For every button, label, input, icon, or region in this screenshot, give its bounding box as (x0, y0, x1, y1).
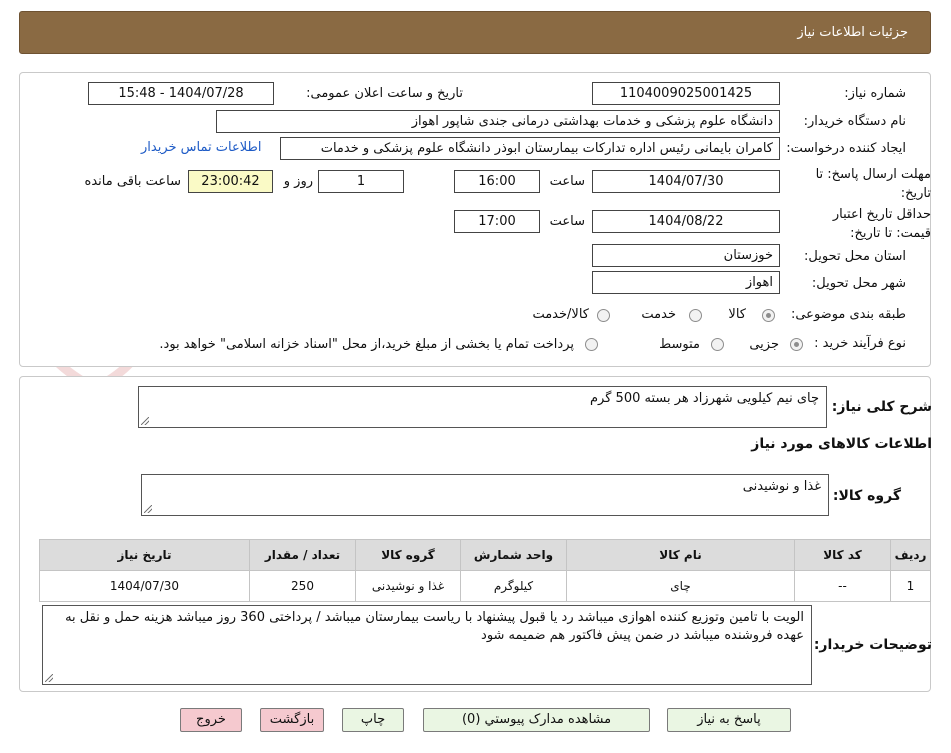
remaining-days-field: 1 (318, 170, 404, 193)
process-type-label: نوع فرآیند خرید : (814, 336, 906, 351)
need-summary-label: شرح کلی نیاز: (831, 399, 932, 415)
remaining-days-label: روز و (283, 174, 313, 189)
resize-grip-icon (144, 505, 152, 513)
buyer-contact-link[interactable]: اطلاعات تماس خریدار (141, 140, 261, 155)
reply-deadline-label: مهلت ارسال پاسخ: تا تاریخ: (815, 167, 931, 201)
cell-goods-group: غذا و نوشیدنی (355, 570, 461, 602)
request-creator-label: ایجاد کننده درخواست: (786, 141, 906, 156)
cell-goods-name: چای (566, 570, 795, 602)
reply-deadline-time-label: ساعت (549, 174, 585, 189)
category-goods-label: کالا (728, 307, 746, 322)
process-medium-radio[interactable] (711, 338, 724, 351)
buyer-org-label: نام دستگاه خریدار: (803, 114, 906, 129)
col-quantity: تعداد / مقدار (249, 539, 356, 571)
col-row-number: ردیف (890, 539, 931, 571)
need-summary-field: چای نیم کیلویی شهرزاد هر بسته 500 گرم (138, 386, 827, 428)
remaining-time-field: 23:00:42 (188, 170, 273, 193)
price-validity-time-label: ساعت (549, 214, 585, 229)
remaining-time-label: ساعت باقی مانده (84, 174, 181, 189)
goods-info-title: اطلاعات کالاهای مورد نیاز (751, 436, 932, 452)
reply-deadline-date: 1404/07/30 (592, 170, 780, 193)
col-goods-group: گروه کالا (355, 539, 461, 571)
buyer-org-field: دانشگاه علوم پزشکی و خدمات بهداشتی درمان… (216, 110, 780, 133)
goods-table-header: ردیف کد کالا نام کالا واحد شمارش گروه کا… (39, 539, 931, 571)
price-validity-time: 17:00 (454, 210, 540, 233)
delivery-province-field: خوزستان (592, 244, 780, 267)
price-validity-date: 1404/08/22 (592, 210, 780, 233)
process-medium-label: متوسط (659, 337, 700, 352)
goods-group-field: غذا و نوشیدنی (141, 474, 829, 516)
category-goods-service-radio[interactable] (597, 309, 610, 322)
delivery-city-field: اهواز (592, 271, 780, 294)
cell-row-number: 1 (890, 570, 931, 602)
delivery-city-label: شهر محل تحویل: (811, 276, 906, 291)
buyer-notes-field: الویت با تامین وتوزیع کننده اهوازی میباش… (42, 605, 812, 685)
col-goods-code: کد کالا (794, 539, 891, 571)
payment-treasury-radio[interactable] (585, 338, 598, 351)
buyer-notes-text: الویت با تامین وتوزیع کننده اهوازی میباش… (65, 610, 804, 643)
view-attachments-button[interactable]: مشاهده مدارک پیوستي (0) (423, 708, 650, 732)
cell-quantity: 250 (249, 570, 356, 602)
announce-datetime-field: 1404/07/28 - 15:48 (88, 82, 274, 105)
print-button[interactable]: چاپ (342, 708, 404, 732)
resize-grip-icon (141, 417, 149, 425)
request-creator-field: کامران بایمانی رئیس اداره تدارکات بیمارس… (280, 137, 780, 160)
reply-deadline-time: 16:00 (454, 170, 540, 193)
delivery-province-label: استان محل تحویل: (804, 249, 906, 264)
resize-grip-icon (45, 674, 53, 682)
category-service-radio[interactable] (689, 309, 702, 322)
goods-table: ردیف کد کالا نام کالا واحد شمارش گروه کا… (39, 539, 931, 602)
category-service-label: خدمت (641, 307, 676, 322)
process-minor-label: جزیی (749, 337, 779, 352)
cell-goods-code: -- (794, 570, 891, 602)
col-goods-name: نام کالا (566, 539, 795, 571)
category-label: طبقه بندی موضوعی: (790, 307, 906, 322)
table-row: 1 -- چای کیلوگرم غذا و نوشیدنی 250 1404/… (39, 570, 931, 602)
need-number-label: شماره نیاز: (844, 86, 906, 101)
price-validity-label: حداقل تاریخ اعتبار قیمت: تا تاریخ: (832, 207, 931, 241)
page-header: جزئیات اطلاعات نیاز (19, 11, 931, 54)
category-goods-service-label: کالا/خدمت (532, 307, 589, 322)
cell-need-date: 1404/07/30 (39, 570, 250, 602)
category-goods-radio[interactable] (762, 309, 775, 322)
page-title: جزئیات اطلاعات نیاز (797, 25, 908, 40)
buyer-notes-label: توضیحات خریدار: (813, 637, 932, 653)
col-need-date: تاریخ نیاز (39, 539, 250, 571)
process-minor-radio[interactable] (790, 338, 803, 351)
need-number-field: 1104009025001425 (592, 82, 780, 105)
need-summary-text: چای نیم کیلویی شهرزاد هر بسته 500 گرم (590, 391, 819, 406)
payment-treasury-note: پرداخت تمام یا بخشی از مبلغ خرید،از محل … (159, 337, 574, 352)
cell-unit: کیلوگرم (460, 570, 567, 602)
announce-datetime-label: تاریخ و ساعت اعلان عمومی: (306, 86, 463, 101)
back-button[interactable]: بازگشت (260, 708, 324, 732)
col-unit: واحد شمارش (460, 539, 567, 571)
exit-button[interactable]: خروج (180, 708, 242, 732)
goods-group-text: غذا و نوشیدنی (742, 479, 821, 494)
goods-group-label: گروه کالا: (832, 488, 901, 504)
reply-to-need-button[interactable]: پاسخ به نیاز (667, 708, 791, 732)
